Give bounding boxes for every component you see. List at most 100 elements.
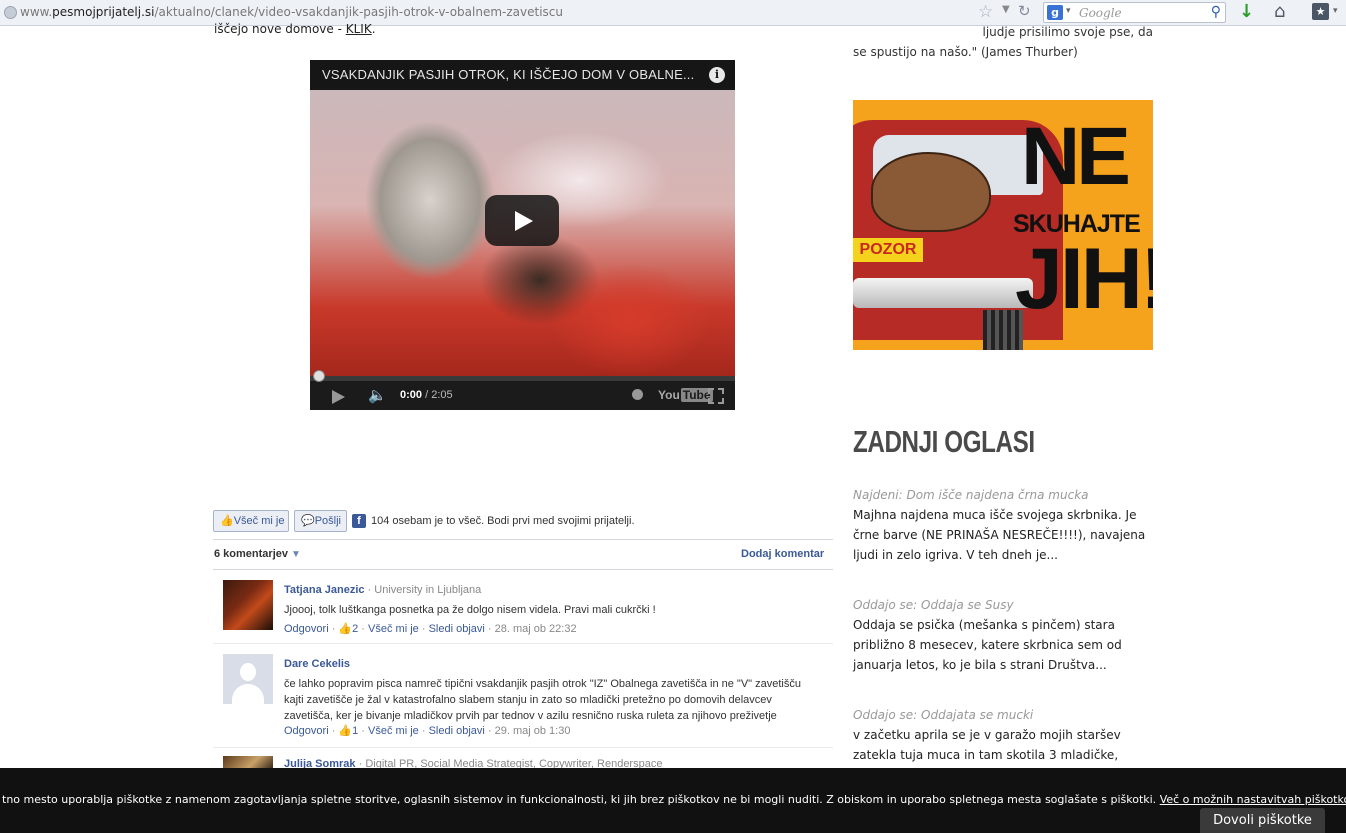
comment-date[interactable]: 28. maj ob 22:32: [495, 623, 577, 635]
classified-ad-desc: v začetku aprila se je v garažo mojih st…: [853, 728, 1121, 762]
comment-author[interactable]: Dare Cekelis: [284, 658, 350, 670]
dog-illustration: [871, 152, 991, 232]
classified-ad-desc: Oddaja se psička (mešanka s pinčem) star…: [853, 618, 1122, 672]
comment-text: če lahko popravim pisca namreč tipični v…: [284, 678, 801, 722]
avatar[interactable]: [223, 580, 273, 630]
comment-author[interactable]: Tatjana Janezic: [284, 584, 365, 596]
ne-skuhajte-jih-banner[interactable]: POZOR NE SKUHAJTE JIH!: [853, 100, 1153, 350]
comment-count[interactable]: 6 komentarjev ▼: [214, 548, 301, 560]
home-icon[interactable]: ⌂: [1274, 1, 1285, 22]
article-text: iščejo nove domove -: [214, 22, 346, 36]
comment-text: Jjoooj, tolk luštkanga posnetka pa že do…: [284, 604, 656, 616]
youtube-logo-you: You: [658, 388, 680, 402]
info-icon[interactable]: i: [709, 67, 725, 83]
time-current: 0:00: [400, 389, 423, 401]
watch-later-icon[interactable]: [632, 389, 643, 400]
progress-scrubber[interactable]: [313, 370, 325, 382]
globe-icon: [4, 6, 17, 19]
url-host: pesmojprijatelj.si: [52, 5, 155, 19]
cookie-settings-link[interactable]: Več o možnih nastavitvah piškotkov: [1160, 793, 1346, 806]
youtube-video-player[interactable]: VSAKDANJIK PASJIH OTROK, KI IŠČEJO DOM V…: [310, 60, 735, 410]
fb-like-count: 104 osebam je to všeč. Bodi prvi med svo…: [371, 515, 635, 527]
car-bumper: [853, 278, 1033, 308]
volume-icon[interactable]: 🔈: [368, 386, 387, 404]
klik-link[interactable]: KLIK: [346, 22, 372, 36]
search-engine-dropdown-icon[interactable]: ▾: [1066, 6, 1071, 16]
fb-send-label: Pošlji: [314, 515, 341, 527]
follow-post-link[interactable]: Sledi objavi: [429, 725, 485, 737]
bookmarks-dropdown-icon[interactable]: ▾: [1333, 6, 1338, 16]
avatar[interactable]: [223, 654, 273, 704]
facebook-icon: f: [352, 514, 366, 528]
comment-item: Dare Cekelis če lahko popravim pisca nam…: [213, 646, 833, 746]
classified-ad-title[interactable]: Oddajo se: Oddaja se Susy: [853, 598, 1153, 612]
video-controls: 🔈 0:00 / 2:05 You Tube: [310, 382, 735, 410]
cookie-text: tno mesto uporablja piškotke z namenom z…: [2, 793, 1160, 806]
play-button[interactable]: [485, 195, 559, 246]
url-history-dropdown-icon[interactable]: ▼: [1002, 4, 1010, 15]
thumbs-up-icon: 👍: [338, 623, 353, 635]
cookie-consent-bar: tno mesto uporablja piškotke z namenom z…: [0, 768, 1346, 833]
fullscreen-icon[interactable]: [708, 388, 724, 404]
avatar[interactable]: [223, 756, 273, 768]
comment-item: Tatjana Janezic · University in Ljubljan…: [213, 572, 833, 642]
cookie-notice: tno mesto uporablja piškotke z namenom z…: [2, 793, 1346, 806]
comment-meta: Odgovori · 👍1 · Všeč mi je · Sledi objav…: [284, 725, 571, 737]
comment-like-link[interactable]: Všeč mi je: [368, 623, 419, 635]
classified-ad: Oddajo se: Oddaja se Susy Oddaja se psič…: [853, 598, 1153, 675]
allow-cookies-button[interactable]: Dovoli piškotke: [1200, 808, 1325, 833]
time-total: / 2:05: [422, 389, 453, 401]
address-bar[interactable]: www.pesmojprijatelj.si/aktualno/clanek/v…: [20, 5, 563, 19]
article-text-end: .: [371, 22, 376, 36]
google-engine-icon[interactable]: g: [1047, 5, 1063, 20]
comment-item: Julija Somrak · Digital PR, Social Media…: [213, 750, 833, 770]
video-title-bar: VSAKDANJIK PASJIH OTROK, KI IŠČEJO DOM V…: [310, 60, 735, 90]
divider: [213, 569, 833, 570]
video-progress-bar[interactable]: [310, 376, 735, 381]
divider: [213, 643, 833, 644]
download-icon[interactable]: ↓: [1239, 1, 1254, 22]
thumbs-up-icon: 👍: [338, 725, 353, 737]
comment-meta: Odgovori · 👍2 · Všeč mi je · Sledi objav…: [284, 623, 577, 635]
reload-icon[interactable]: ↻: [1018, 2, 1031, 20]
bookmarks-menu-icon[interactable]: ★: [1312, 3, 1329, 20]
quote-line: ljudje prisilimo svoje pse, da: [982, 25, 1153, 39]
comment-date[interactable]: 29. maj ob 1:30: [495, 725, 571, 737]
banner-ne: NE: [1021, 111, 1131, 202]
section-heading: ZADNJI OGLASI: [853, 424, 1035, 459]
comment-like-link[interactable]: Všeč mi je: [368, 725, 419, 737]
chevron-down-icon[interactable]: ▼: [291, 549, 301, 560]
comment-author-line: Tatjana Janezic · University in Ljubljan…: [284, 584, 481, 596]
play-control-icon[interactable]: [332, 390, 345, 404]
comment-like-count[interactable]: 1: [352, 725, 358, 737]
article-text-fragment: iščejo nove domove - KLIK.: [214, 22, 376, 36]
search-input[interactable]: Google: [1079, 6, 1122, 20]
quote-line: se spustijo na našo." (James Thurber): [853, 45, 1078, 59]
search-icon[interactable]: ⚲: [1211, 4, 1221, 20]
comment-author-line: Dare Cekelis: [284, 658, 350, 670]
reply-link[interactable]: Odgovori: [284, 623, 329, 635]
search-box[interactable]: g ▾ Google ⚲: [1043, 2, 1226, 23]
classified-ad: Najdeni: Dom išče najdena črna mucka Maj…: [853, 488, 1153, 565]
divider: [213, 539, 833, 540]
fb-send-button[interactable]: 💬Pošlji: [294, 510, 347, 532]
video-time: 0:00 / 2:05: [400, 389, 453, 401]
banner-jih: JIH!: [1015, 231, 1153, 327]
youtube-logo[interactable]: You Tube: [658, 388, 713, 402]
add-comment-link[interactable]: Dodaj komentar: [741, 548, 824, 560]
reply-link[interactable]: Odgovori: [284, 725, 329, 737]
classified-ad-desc: Majhna najdena muca išče svojega skrbnik…: [853, 508, 1146, 562]
follow-post-link[interactable]: Sledi objavi: [429, 623, 485, 635]
classified-ad-title[interactable]: Najdeni: Dom išče najdena črna mucka: [853, 488, 1153, 502]
sidebar-quote: ljudje prisilimo svoje pse, da se spusti…: [853, 22, 1153, 62]
url-path: /aktualno/clanek/video-vsakdanjik-pasjih…: [154, 5, 563, 19]
classified-ad-title[interactable]: Oddajo se: Oddajata se mucki: [853, 708, 1153, 722]
bookmark-star-icon[interactable]: ☆: [978, 2, 993, 22]
url-prefix: www.: [20, 5, 53, 19]
pozor-plate: POZOR: [853, 238, 923, 262]
fb-like-button[interactable]: 👍Všeč mi je: [213, 510, 289, 532]
video-title[interactable]: VSAKDANJIK PASJIH OTROK, KI IŠČEJO DOM V…: [322, 67, 694, 82]
classified-ad: Oddajo se: Oddajata se mucki v začetku a…: [853, 708, 1153, 765]
fb-like-label: Všeč mi je: [233, 515, 285, 527]
comment-like-count[interactable]: 2: [352, 623, 358, 635]
